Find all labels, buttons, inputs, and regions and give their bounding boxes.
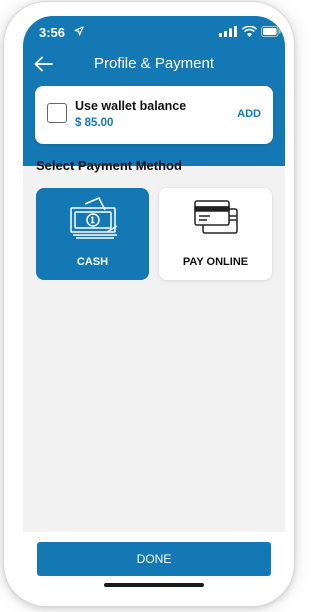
signal-icon — [219, 26, 237, 37]
wallet-card: Use wallet balance $ 85.00 ADD — [35, 86, 273, 144]
status-time: 3:56 — [39, 25, 66, 40]
add-balance-button[interactable]: ADD — [237, 108, 261, 120]
wallet-amount: $ 85.00 — [75, 117, 114, 129]
footer: DONE — [23, 532, 285, 594]
section-title: Select Payment Method — [36, 158, 182, 173]
credit-card-icon — [194, 200, 238, 234]
wifi-icon — [242, 26, 257, 37]
wallet-label: Use wallet balance — [75, 99, 187, 113]
wallet-checkbox[interactable] — [47, 103, 67, 123]
payment-option-cash[interactable]: CASH — [36, 188, 149, 280]
payment-option-cash-label: CASH — [76, 256, 109, 268]
app-screen: 3:56 Profile & Payment Use wallet balanc… — [23, 16, 285, 594]
home-indicator — [104, 583, 204, 587]
phone-frame: 3:56 Profile & Payment Use wallet balanc… — [4, 2, 294, 606]
status-bar: 3:56 — [23, 16, 285, 46]
cash-icon — [70, 197, 118, 239]
payment-option-pay-online[interactable]: PAY ONLINE — [159, 188, 272, 280]
payment-option-pay-online-label: PAY ONLINE — [182, 256, 249, 268]
location-arrow-icon — [74, 26, 84, 36]
page-title: Profile & Payment — [93, 55, 215, 72]
battery-icon — [261, 26, 281, 37]
done-button[interactable]: DONE — [37, 542, 271, 576]
